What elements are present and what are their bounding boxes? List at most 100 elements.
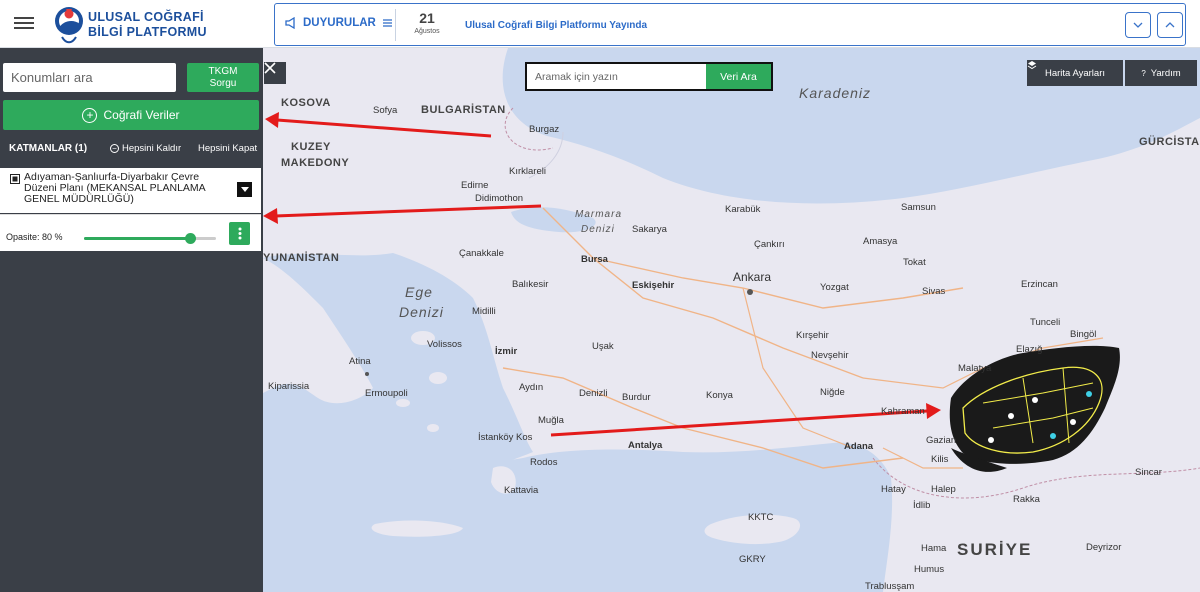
announcement-down-button[interactable] bbox=[1125, 12, 1151, 38]
close-icon bbox=[264, 62, 276, 74]
map-label-bulgaristan: BULGARİSTAN bbox=[421, 104, 506, 116]
map-label-samsun: Samsun bbox=[901, 202, 936, 213]
logo-line-1: ULUSAL COĞRAFİ bbox=[88, 10, 204, 24]
map-label-suriye: SURİYE bbox=[957, 540, 1033, 559]
layer-checkbox[interactable] bbox=[10, 174, 20, 184]
remove-all-button[interactable]: − Hepsini Kaldır bbox=[110, 143, 181, 154]
map-label-atina: Atina bbox=[349, 356, 371, 367]
megaphone-icon bbox=[285, 17, 295, 29]
map-label-ankara: Ankara bbox=[733, 270, 772, 284]
map-label-sakarya: Sakarya bbox=[632, 224, 667, 235]
map-label-rakka: Rakka bbox=[1013, 494, 1040, 505]
announcement-text[interactable]: Ulusal Coğrafi Bilgi Platformu Yayında bbox=[465, 20, 647, 31]
close-all-button[interactable]: Hepsini Kapat bbox=[198, 143, 257, 154]
map-label-nevsehir: Nevşehir bbox=[811, 350, 849, 361]
date-day: 21 bbox=[419, 10, 435, 26]
announcement-bar[interactable]: DUYURULAR 21 Ağustos Ulusal Coğrafi Bilg… bbox=[274, 3, 1186, 46]
sidebar-close-button[interactable] bbox=[264, 62, 286, 84]
tkgm-label: TKGM bbox=[208, 66, 238, 77]
layer-options-button[interactable] bbox=[229, 222, 250, 245]
map-label-yozgat: Yozgat bbox=[820, 282, 849, 293]
announcements-label: DUYURULAR bbox=[303, 17, 376, 29]
map-label-edirne: Edirne bbox=[461, 180, 489, 191]
map-label-burdur: Burdur bbox=[622, 392, 651, 403]
map-label-denizli: Denizli bbox=[579, 388, 608, 399]
map-label-istankoy: İstanköy Kos bbox=[478, 432, 533, 443]
opacity-slider-thumb[interactable] bbox=[184, 233, 196, 244]
map-settings-button[interactable]: Harita Ayarları bbox=[1027, 60, 1123, 86]
map-label-hama: Hama bbox=[921, 543, 947, 554]
announcement-date: 21 Ağustos bbox=[399, 10, 455, 35]
map-label-tunceli: Tunceli bbox=[1030, 317, 1061, 328]
menu-icon[interactable] bbox=[14, 14, 34, 34]
map-label-izmir: İzmir bbox=[495, 346, 518, 357]
map-label-malatya: Malatya bbox=[958, 363, 992, 374]
map-label-konya: Konya bbox=[706, 390, 733, 401]
caret-down-icon bbox=[240, 187, 249, 192]
location-search-input[interactable] bbox=[3, 63, 176, 92]
date-month: Ağustos bbox=[414, 28, 440, 35]
map-label-midilli: Midilli bbox=[472, 306, 496, 317]
more-vertical-icon bbox=[238, 227, 241, 240]
map-view[interactable]: KOSOVA Sofya BULGARİSTAN Burgaz Karadeni… bbox=[263, 48, 1200, 592]
map-label-makedonya: MAKEDONY bbox=[281, 157, 350, 169]
layer-expand-toggle[interactable] bbox=[237, 182, 252, 197]
map-label-amasya: Amasya bbox=[863, 236, 898, 247]
top-header: ULUSAL COĞRAFİ BİLGİ PLATFORMU DUYURULAR… bbox=[0, 0, 1200, 48]
map-label-kahraman: Kahraman bbox=[881, 406, 925, 417]
map-label-sincar: Sincar bbox=[1135, 467, 1162, 478]
map-label-kuzey: KUZEY bbox=[291, 141, 331, 153]
layers-icon bbox=[1027, 61, 1037, 70]
map-label-mugla: Muğla bbox=[538, 415, 564, 426]
left-sidebar: TKGM Sorgu + Coğrafi Veriler KATMANLAR (… bbox=[0, 48, 263, 592]
map-label-elazig: Elazığ bbox=[1016, 344, 1043, 355]
question-icon: ? bbox=[1141, 68, 1146, 78]
chevron-down-icon bbox=[1133, 22, 1143, 28]
map-label-halep: Halep bbox=[931, 484, 956, 495]
help-label: Yardım bbox=[1150, 67, 1181, 79]
data-search-button[interactable]: Veri Ara bbox=[706, 64, 771, 89]
list-icon bbox=[382, 19, 392, 27]
announcement-up-button[interactable] bbox=[1157, 12, 1183, 38]
map-label-ermoupoli: Ermoupoli bbox=[365, 388, 408, 399]
map-label-burgaz: Burgaz bbox=[529, 124, 560, 135]
help-button[interactable]: ? Yardım bbox=[1125, 60, 1197, 86]
opacity-label: Opasite: 80 % bbox=[6, 232, 63, 242]
tkgm-sub-label: Sorgu bbox=[209, 78, 237, 89]
layers-title: KATMANLAR (1) bbox=[9, 143, 88, 154]
map-label-kilis: Kilis bbox=[931, 454, 949, 465]
map-label-marmara-denizi: Denizi bbox=[581, 224, 615, 235]
map-label-karadeniz: Karadeniz bbox=[799, 85, 872, 101]
plus-circle-icon: + bbox=[82, 107, 98, 123]
map-label-gkry: GKRY bbox=[739, 554, 766, 565]
platform-logo bbox=[55, 7, 83, 44]
map-label-volissos: Volissos bbox=[427, 339, 462, 350]
map-label-eskisehir: Eskişehir bbox=[632, 280, 675, 291]
tkgm-query-button[interactable]: TKGM Sorgu bbox=[187, 63, 259, 92]
map-label-ege-denizi: Denizi bbox=[399, 304, 444, 320]
data-search-input[interactable] bbox=[527, 64, 705, 89]
geographic-data-button[interactable]: + Coğrafi Veriler bbox=[3, 100, 259, 130]
map-label-kosova: KOSOVA bbox=[281, 97, 331, 109]
layer-opacity-panel: Opasite: 80 % bbox=[0, 214, 261, 251]
map-label-antalya: Antalya bbox=[628, 440, 663, 451]
map-label-gazian: Gazian bbox=[926, 435, 957, 446]
layer-name: Adıyaman-Şanlıurfa-Diyarbakır Çevre Düze… bbox=[24, 171, 206, 205]
map-label-yunanistan: YUNANİSTAN bbox=[263, 252, 340, 264]
opacity-slider[interactable] bbox=[84, 233, 216, 244]
map-label-kiparissia: Kiparissia bbox=[268, 381, 310, 392]
announcements-title[interactable]: DUYURULAR bbox=[285, 17, 393, 29]
map-label-trablussam: Trablusşam bbox=[865, 581, 915, 592]
map-label-idlib: İdlib bbox=[913, 500, 931, 511]
map-label-nigde: Niğde bbox=[820, 387, 845, 398]
platform-title: ULUSAL COĞRAFİ BİLGİ PLATFORMU bbox=[88, 10, 207, 40]
map-label-karabuk: Karabük bbox=[725, 204, 761, 215]
map-label-tokat: Tokat bbox=[903, 257, 926, 268]
map-label-sivas: Sivas bbox=[922, 286, 946, 297]
map-label-kirklareli: Kırklareli bbox=[509, 166, 546, 177]
map-label-usak: Uşak bbox=[592, 341, 614, 352]
map-settings-label: Harita Ayarları bbox=[1044, 67, 1105, 79]
map-label-bingol: Bingöl bbox=[1070, 329, 1097, 340]
map-label-canakkale: Çanakkale bbox=[459, 248, 504, 259]
map-label-kktc: KKTC bbox=[748, 512, 774, 523]
